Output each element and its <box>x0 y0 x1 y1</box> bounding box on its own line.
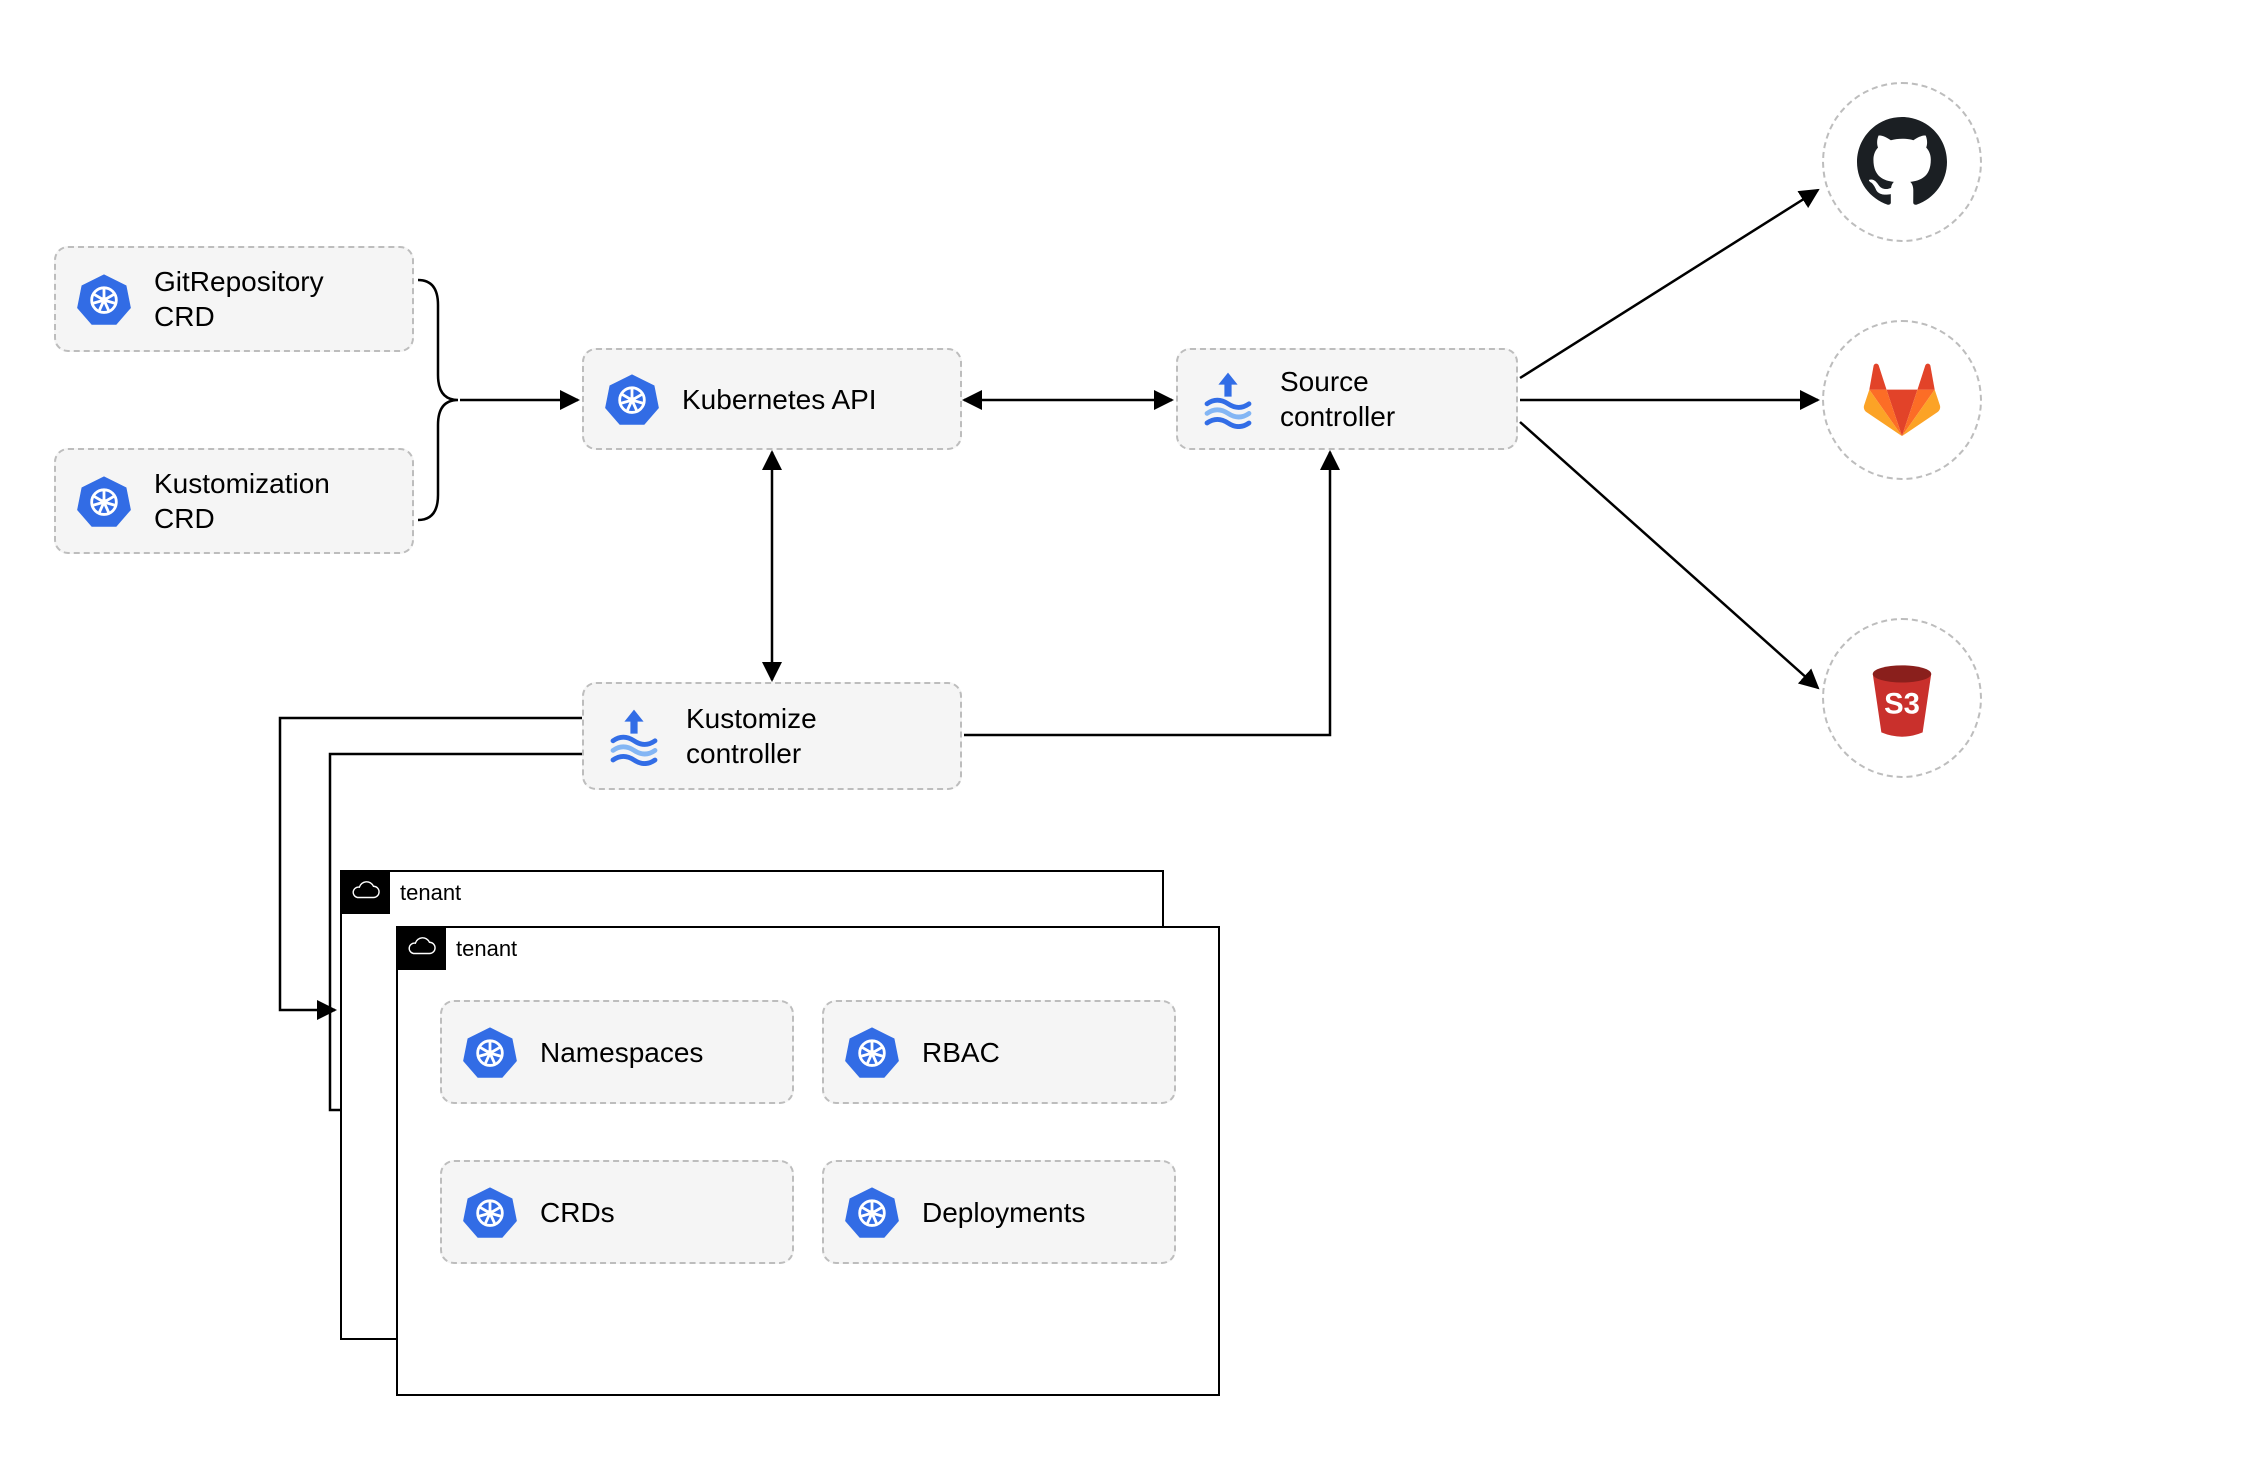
gitlab-icon <box>1859 357 1945 443</box>
edge-source-github <box>1520 190 1818 378</box>
edge-source-s3 <box>1520 422 1818 688</box>
kubernetes-icon <box>76 473 132 529</box>
svg-text:S3: S3 <box>1884 688 1920 720</box>
cloud-icon <box>350 880 380 905</box>
node-gitlab <box>1822 320 1982 480</box>
diagram-canvas: GitRepositoryCRD KustomizationCRD Kubern… <box>0 0 2266 1478</box>
node-source-controller: Sourcecontroller <box>1176 348 1518 450</box>
kubernetes-icon <box>462 1024 518 1080</box>
node-label: GitRepositoryCRD <box>154 264 324 334</box>
node-label: Kustomizecontroller <box>686 701 817 771</box>
node-github <box>1822 82 1982 242</box>
edge-kustomize-to-source <box>964 452 1330 735</box>
node-label: Namespaces <box>540 1035 703 1070</box>
node-deployments: Deployments <box>822 1160 1176 1264</box>
node-kubernetes-api: Kubernetes API <box>582 348 962 450</box>
tenant-label-back: tenant <box>400 880 461 906</box>
node-rbac: RBAC <box>822 1000 1176 1104</box>
node-kustomize-controller: Kustomizecontroller <box>582 682 962 790</box>
kubernetes-icon <box>462 1184 518 1240</box>
tenant-tab-front <box>396 926 446 970</box>
node-label: Deployments <box>922 1195 1085 1230</box>
node-namespaces: Namespaces <box>440 1000 794 1104</box>
tenant-tab-back <box>340 870 390 914</box>
node-kustomization-crd: KustomizationCRD <box>54 448 414 554</box>
node-label: Sourcecontroller <box>1280 364 1395 434</box>
tenant-label-front: tenant <box>456 936 517 962</box>
kubernetes-icon <box>844 1024 900 1080</box>
crd-bracket <box>418 280 458 520</box>
node-gitrepository-crd: GitRepositoryCRD <box>54 246 414 352</box>
flux-icon <box>604 706 664 766</box>
node-crds: CRDs <box>440 1160 794 1264</box>
kubernetes-icon <box>844 1184 900 1240</box>
s3-bucket-icon: S3 <box>1859 655 1945 741</box>
flux-icon <box>1198 369 1258 429</box>
node-label: KustomizationCRD <box>154 466 330 536</box>
kubernetes-icon <box>604 371 660 427</box>
node-label: RBAC <box>922 1035 1000 1070</box>
node-label: Kubernetes API <box>682 382 877 417</box>
kubernetes-icon <box>76 271 132 327</box>
cloud-icon <box>406 936 436 961</box>
github-icon <box>1857 117 1947 207</box>
node-label: CRDs <box>540 1195 615 1230</box>
node-s3: S3 <box>1822 618 1982 778</box>
